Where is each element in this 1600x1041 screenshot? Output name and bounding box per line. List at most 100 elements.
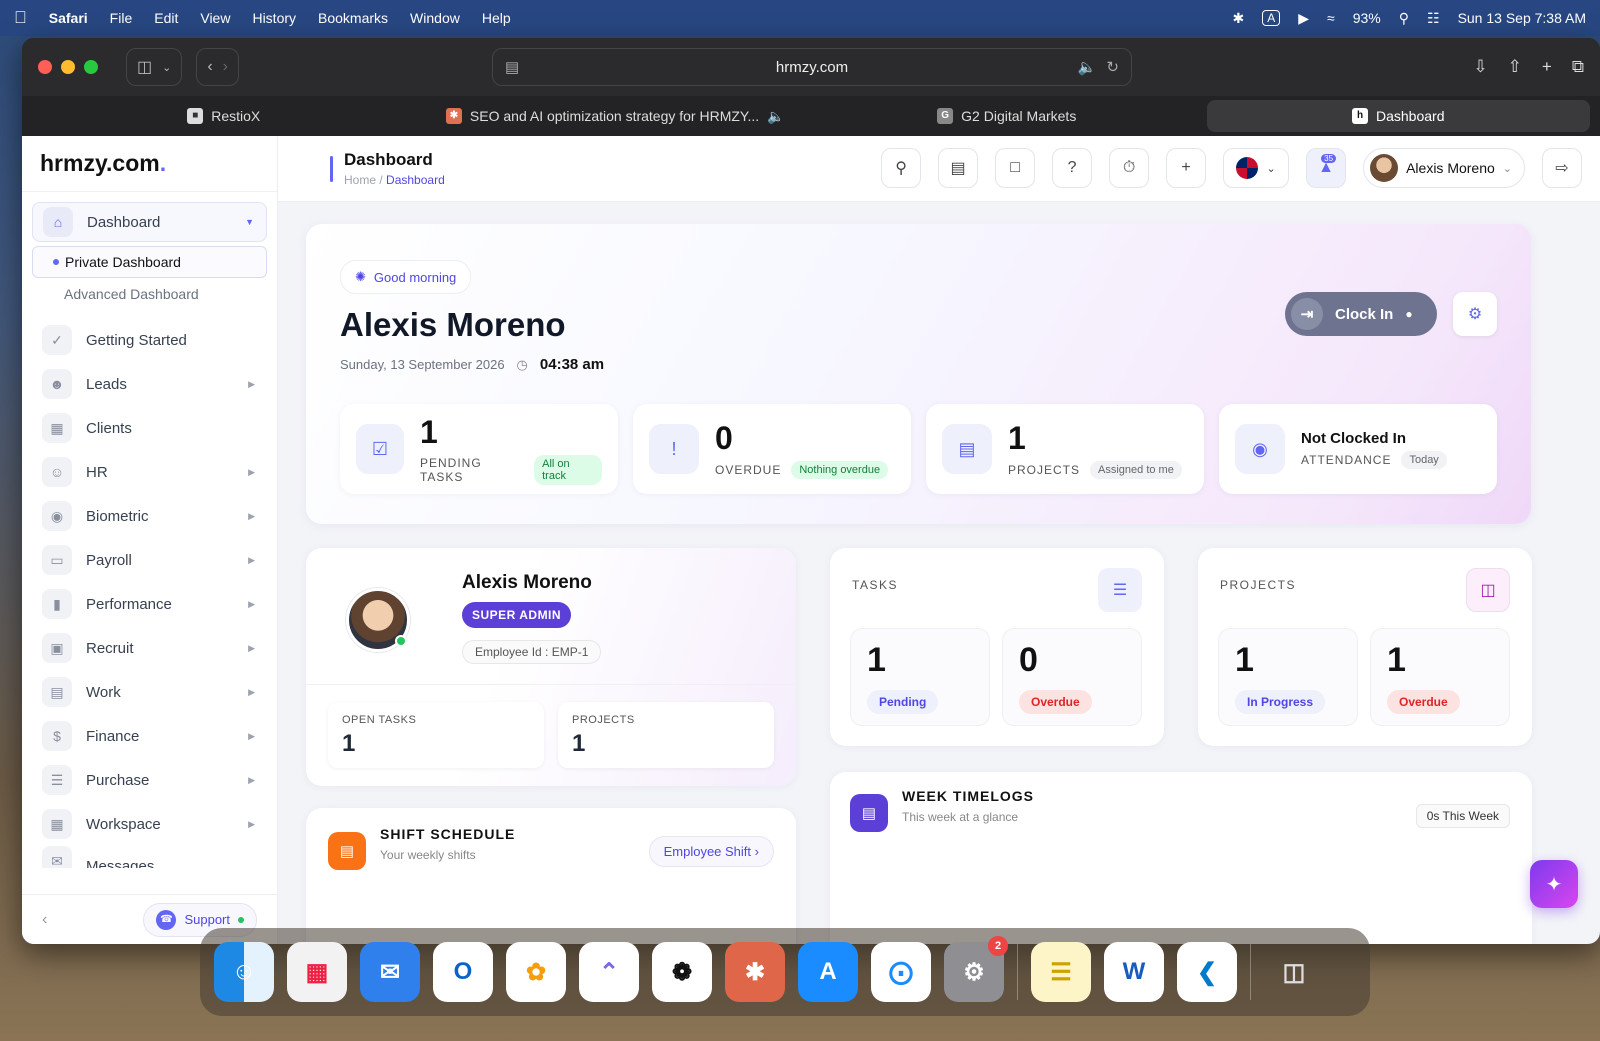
- dock-app-store[interactable]: A: [798, 942, 858, 1002]
- asterisk-icon[interactable]: ✱: [1232, 10, 1244, 27]
- breadcrumb-home[interactable]: Home: [344, 173, 376, 187]
- menu-app-safari[interactable]: Safari: [49, 10, 88, 26]
- sidebar-sub-advanced-dashboard[interactable]: Advanced Dashboard: [32, 278, 267, 310]
- profile-avatar[interactable]: [346, 588, 410, 652]
- sidebar-item-dashboard[interactable]: ⌂ Dashboard ▼: [32, 202, 267, 242]
- sidebar-item-purchase[interactable]: ☰ Purchase ▶: [32, 758, 267, 802]
- address-bar[interactable]: ▤ hrmzy.com 🔈 ↻: [492, 48, 1132, 86]
- sidebar-item-performance[interactable]: ▮ Performance ▶: [32, 582, 267, 626]
- sidebar-item-leads[interactable]: ☻ Leads ▶: [32, 362, 267, 406]
- dock-system-settings[interactable]: ⚙ 2: [944, 936, 1008, 1002]
- sidebar-sub-private-dashboard[interactable]: Private Dashboard: [32, 246, 267, 278]
- dock-vscode[interactable]: ❮: [1177, 942, 1237, 1002]
- dock-photos[interactable]: ✿: [506, 942, 566, 1002]
- tasks-overdue-box[interactable]: 0 Overdue: [1002, 628, 1142, 726]
- apple-icon[interactable]: : [14, 8, 27, 28]
- tasks-pending-box[interactable]: 1 Pending: [850, 628, 990, 726]
- user-menu[interactable]: Alexis Moreno ⌄: [1363, 148, 1525, 188]
- zoom-window-button[interactable]: [84, 60, 98, 74]
- logout-button[interactable]: ⇨: [1542, 148, 1582, 188]
- tab-restiox[interactable]: ■ RestioX: [32, 100, 416, 132]
- tab-seo-strategy[interactable]: ✱ SEO and AI optimization strategy for HR…: [424, 100, 808, 132]
- close-window-button[interactable]: [38, 60, 52, 74]
- menu-file[interactable]: File: [110, 10, 133, 26]
- notifications-button[interactable]: ▲ 35: [1306, 148, 1347, 188]
- list-icon[interactable]: ☰: [1098, 568, 1142, 612]
- search-icon[interactable]: ⚲: [1399, 10, 1409, 27]
- sidebar-item-payroll[interactable]: ▭ Payroll ▶: [32, 538, 267, 582]
- reload-icon[interactable]: ↻: [1106, 58, 1119, 76]
- share-icon[interactable]: ⇧: [1508, 57, 1522, 77]
- settings-button[interactable]: ⚙: [1453, 292, 1497, 336]
- projects-tile[interactable]: PROJECTS 1: [558, 702, 774, 768]
- notes-button[interactable]: □: [995, 148, 1036, 188]
- dock-notes[interactable]: ☰: [1031, 942, 1091, 1002]
- stat-attendance[interactable]: ◉ Not Clocked In ATTENDANCE Today: [1219, 404, 1497, 494]
- control-center-icon[interactable]: ☷: [1427, 10, 1440, 27]
- tab-overview-icon[interactable]: ⧉: [1572, 57, 1584, 77]
- open-tasks-tile[interactable]: OPEN TASKS 1: [328, 702, 544, 768]
- collapse-sidebar-icon[interactable]: ‹: [42, 911, 47, 929]
- dock-mail[interactable]: ✉: [360, 942, 420, 1002]
- dock-word[interactable]: W: [1104, 942, 1164, 1002]
- sidebar-item-workspace[interactable]: ▦ Workspace ▶: [32, 802, 267, 846]
- menu-history[interactable]: History: [252, 10, 296, 26]
- ai-assistant-button[interactable]: ✦: [1530, 860, 1578, 908]
- sidebar-item-finance[interactable]: $ Finance ▶: [32, 714, 267, 758]
- search-button[interactable]: ⚲: [881, 148, 922, 188]
- battery-percent[interactable]: 93%: [1353, 10, 1381, 26]
- sidebar-item-hr[interactable]: ☺ HR ▶: [32, 450, 267, 494]
- dock-chatgpt[interactable]: ❁: [652, 942, 712, 1002]
- timer-button[interactable]: ⏱: [1109, 148, 1150, 188]
- sidebar-item-clients[interactable]: ▦ Clients: [32, 406, 267, 450]
- calendar-button[interactable]: ▤: [938, 148, 979, 188]
- hrmzy-favicon: h: [1352, 108, 1368, 124]
- sidebar-item-recruit[interactable]: ▣ Recruit ▶: [32, 626, 267, 670]
- stat-value: 0: [715, 419, 733, 456]
- keyboard-a-icon[interactable]: A: [1262, 10, 1281, 26]
- back-button[interactable]: ‹: [207, 58, 212, 76]
- menubar-clock[interactable]: Sun 13 Sep 7:38 AM: [1458, 10, 1586, 26]
- dock-trash[interactable]: ◫: [1264, 942, 1324, 1002]
- clock-in-button[interactable]: ⇥ Clock In ●: [1285, 292, 1437, 336]
- sidebar-item-messages[interactable]: ✉ Messages: [32, 846, 267, 868]
- downloads-icon[interactable]: ⇩: [1473, 57, 1487, 77]
- tab-g2[interactable]: G G2 Digital Markets: [815, 100, 1199, 132]
- new-tab-icon[interactable]: +: [1542, 57, 1552, 77]
- stat-pending-tasks[interactable]: ☑ 1 PENDING TASKS All on track: [340, 404, 618, 494]
- dock-clickup[interactable]: ⌃: [579, 942, 639, 1002]
- add-button[interactable]: +: [1166, 148, 1207, 188]
- sidebar-item-getting-started[interactable]: ✓ Getting Started: [32, 318, 267, 362]
- box-value: 1: [1387, 641, 1406, 679]
- menu-edit[interactable]: Edit: [154, 10, 178, 26]
- speaker-icon[interactable]: 🔈: [1078, 58, 1097, 76]
- app-logo[interactable]: hrmzy.com.: [22, 136, 277, 192]
- menu-bookmarks[interactable]: Bookmarks: [318, 10, 388, 26]
- dock-outlook[interactable]: O: [433, 942, 493, 1002]
- menu-view[interactable]: View: [200, 10, 230, 26]
- play-circle-icon[interactable]: ▶: [1298, 10, 1309, 27]
- page-menu-icon[interactable]: ▤: [505, 58, 519, 76]
- speaker-icon[interactable]: 🔈: [767, 108, 784, 125]
- dock-claude[interactable]: ✱: [725, 942, 785, 1002]
- sidebar-toggle-button[interactable]: ◫ ⌄: [126, 48, 183, 86]
- kanban-icon[interactable]: ◫: [1466, 568, 1510, 612]
- minimize-window-button[interactable]: [61, 60, 75, 74]
- projects-in-progress-box[interactable]: 1 In Progress: [1218, 628, 1358, 726]
- stat-overdue[interactable]: ! 0 OVERDUE Nothing overdue: [633, 404, 911, 494]
- language-selector[interactable]: ⌄: [1223, 148, 1290, 188]
- menu-help[interactable]: Help: [482, 10, 511, 26]
- dock-finder[interactable]: ☺: [214, 942, 274, 1002]
- sidebar-item-work[interactable]: ▤ Work ▶: [32, 670, 267, 714]
- forward-button[interactable]: ›: [223, 58, 228, 76]
- sidebar-item-biometric[interactable]: ◉ Biometric ▶: [32, 494, 267, 538]
- tab-dashboard[interactable]: h Dashboard: [1206, 100, 1590, 132]
- projects-overdue-box[interactable]: 1 Overdue: [1370, 628, 1510, 726]
- help-button[interactable]: ?: [1052, 148, 1093, 188]
- menu-window[interactable]: Window: [410, 10, 460, 26]
- dock-launchpad[interactable]: ▦: [287, 942, 347, 1002]
- employee-shift-link[interactable]: Employee Shift ›: [648, 836, 774, 867]
- wifi-icon[interactable]: ≈: [1327, 10, 1335, 26]
- stat-projects[interactable]: ▤ 1 PROJECTS Assigned to me: [926, 404, 1204, 494]
- dock-safari[interactable]: ⨀: [871, 942, 931, 1002]
